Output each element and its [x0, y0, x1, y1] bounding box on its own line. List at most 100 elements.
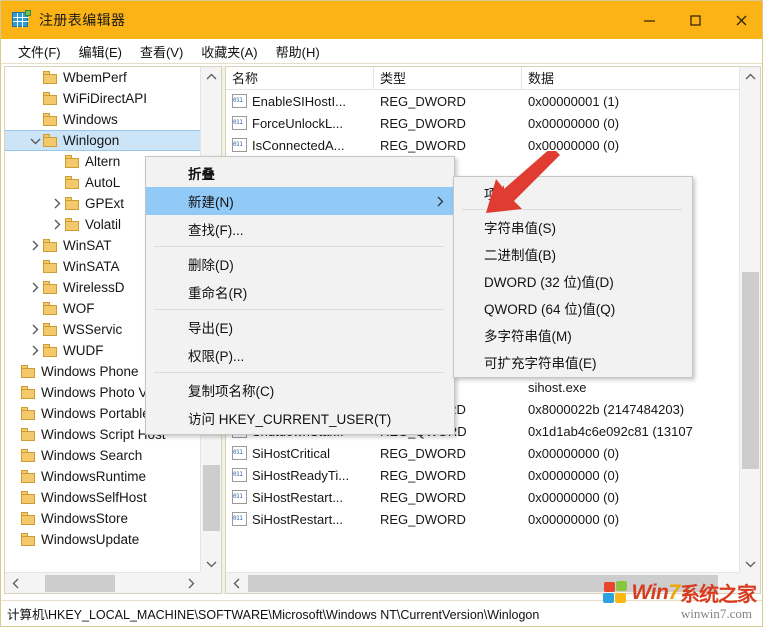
- registry-editor-icon: [11, 10, 31, 30]
- context-menu-item[interactable]: 查找(F)...: [146, 215, 454, 243]
- table-row[interactable]: 011 100SiHostCriticalREG_DWORD0x00000000…: [226, 442, 740, 464]
- close-button[interactable]: [718, 1, 763, 39]
- context-menu-item[interactable]: 导出(E): [146, 313, 454, 341]
- context-menu-item-label: 导出(E): [188, 317, 233, 337]
- context-menu-item[interactable]: 复制项名称(C): [146, 376, 454, 404]
- tree-horizontal-scrollbar[interactable]: [5, 572, 201, 593]
- table-row[interactable]: 011 100EnableSIHostI...REG_DWORD0x000000…: [226, 90, 740, 112]
- registry-path: 计算机\HKEY_LOCAL_MACHINE\SOFTWARE\Microsof…: [7, 604, 539, 623]
- context-menu-item[interactable]: 重命名(R): [146, 278, 454, 306]
- submenu-item-label: 可扩充字符串值(E): [484, 352, 597, 372]
- submenu-item[interactable]: DWORD (32 位)值(D): [454, 267, 692, 294]
- tree-item[interactable]: WindowsRuntime: [5, 466, 201, 487]
- tree-spacer: [5, 508, 21, 529]
- cell-data: 0x00000000 (0): [522, 116, 740, 131]
- tree-spacer: [5, 529, 21, 550]
- tree-scroll-corner: [200, 572, 221, 593]
- context-menu[interactable]: 折叠新建(N)查找(F)... 删除(D) 重命名(R) 导出(E) 权限(P)... 复…: [145, 156, 455, 435]
- submenu-item[interactable]: 可扩充字符串值(E): [454, 348, 692, 375]
- tree-item[interactable]: WiFiDirectAPI: [5, 88, 201, 109]
- context-menu-item-label: 访问 HKEY_CURRENT_USER(T): [188, 408, 391, 428]
- scroll-left-icon[interactable]: [5, 573, 26, 594]
- tree-item-label: WUDF: [63, 340, 104, 361]
- cell-name: 011 100ForceUnlockL...: [226, 116, 374, 131]
- table-row[interactable]: 011 100SiHostRestart...REG_DWORD0x000000…: [226, 508, 740, 530]
- tree-item[interactable]: WindowsStore: [5, 508, 201, 529]
- context-menu-item[interactable]: 折叠: [146, 159, 454, 187]
- menu-item-1[interactable]: 编辑(E): [70, 40, 131, 63]
- chevron-right-icon[interactable]: [49, 214, 65, 235]
- scroll-right-icon[interactable]: [180, 573, 201, 594]
- tree-item-label: Winlogon: [63, 130, 119, 151]
- menu-item-3[interactable]: 收藏夹(A): [192, 40, 266, 63]
- cell-type: REG_DWORD: [374, 468, 522, 483]
- dword-icon: 011 100: [232, 512, 247, 526]
- cell-name: 011 100SiHostReadyTi...: [226, 468, 374, 483]
- scroll-up-icon[interactable]: [740, 67, 761, 86]
- chevron-right-icon[interactable]: [27, 277, 43, 298]
- tree-spacer: [49, 172, 65, 193]
- table-row[interactable]: 011 100SiHostRestart...REG_DWORD0x000000…: [226, 486, 740, 508]
- table-row[interactable]: 011 100ForceUnlockL...REG_DWORD0x0000000…: [226, 112, 740, 134]
- scroll-up-icon[interactable]: [201, 67, 222, 86]
- chevron-right-icon[interactable]: [27, 235, 43, 256]
- scroll-down-icon[interactable]: [201, 554, 222, 573]
- menu-item-2[interactable]: 查看(V): [131, 40, 192, 63]
- context-menu-item-label: 权限(P)...: [188, 345, 244, 365]
- tree-scroll-thumb[interactable]: [203, 465, 220, 531]
- menu-item-0[interactable]: 文件(F): [9, 40, 70, 63]
- folder-icon: [21, 365, 36, 378]
- tree-item-label: WindowsUpdate: [41, 529, 139, 550]
- list-scroll-thumb[interactable]: [742, 272, 759, 469]
- tree-item[interactable]: WbemPerf: [5, 67, 201, 88]
- column-header-name[interactable]: 名称: [226, 67, 374, 89]
- maximize-button[interactable]: [672, 1, 718, 39]
- context-menu-item[interactable]: 访问 HKEY_CURRENT_USER(T): [146, 404, 454, 432]
- tree-item-label: WinSAT: [63, 235, 112, 256]
- list-horizontal-scrollbar[interactable]: [226, 572, 740, 593]
- tree-spacer: [27, 88, 43, 109]
- cell-type: REG_DWORD: [374, 138, 522, 153]
- value-name: SiHostCritical: [252, 446, 330, 461]
- submenu-item[interactable]: 字符串值(S): [454, 213, 692, 240]
- list-vertical-scrollbar[interactable]: [739, 67, 760, 573]
- folder-icon: [21, 470, 36, 483]
- menu-item-4[interactable]: 帮助(H): [267, 40, 329, 63]
- submenu-item-label: 字符串值(S): [484, 217, 556, 237]
- dword-icon: 011 100: [232, 138, 247, 152]
- column-header-type[interactable]: 类型: [374, 67, 522, 89]
- tree-hscroll-thumb[interactable]: [45, 575, 115, 592]
- tree-item[interactable]: WindowsSelfHost: [5, 487, 201, 508]
- tree-item-label: WinSATA: [63, 256, 120, 277]
- folder-icon: [21, 512, 36, 525]
- chevron-right-icon[interactable]: [27, 319, 43, 340]
- tree-spacer: [27, 298, 43, 319]
- context-menu-item[interactable]: 权限(P)...: [146, 341, 454, 369]
- tree-item[interactable]: Windows Search: [5, 445, 201, 466]
- submenu-item[interactable]: 项(K): [454, 179, 692, 206]
- chevron-down-icon[interactable]: [27, 130, 43, 151]
- table-row[interactable]: 011 100SiHostReadyTi...REG_DWORD0x000000…: [226, 464, 740, 486]
- new-submenu[interactable]: 项(K) 字符串值(S) 二进制值(B)DWORD (32 位)值(D)QWORD …: [453, 176, 693, 378]
- column-header-data[interactable]: 数据: [522, 67, 740, 89]
- minimize-button[interactable]: [626, 1, 672, 39]
- chevron-right-icon[interactable]: [27, 340, 43, 361]
- chevron-right-icon[interactable]: [49, 193, 65, 214]
- table-row[interactable]: 011 100IsConnectedA...REG_DWORD0x0000000…: [226, 134, 740, 156]
- submenu-item[interactable]: 多字符串值(M): [454, 321, 692, 348]
- scroll-down-icon[interactable]: [740, 554, 761, 573]
- submenu-item[interactable]: 二进制值(B): [454, 240, 692, 267]
- tree-spacer: [5, 487, 21, 508]
- submenu-item[interactable]: QWORD (64 位)值(Q): [454, 294, 692, 321]
- context-menu-item[interactable]: 新建(N): [146, 187, 454, 215]
- value-name: SiHostReadyTi...: [252, 468, 349, 483]
- context-menu-item[interactable]: 删除(D): [146, 250, 454, 278]
- scroll-left-icon[interactable]: [226, 573, 247, 594]
- cell-data: 0x00000000 (0): [522, 490, 740, 505]
- tree-item[interactable]: Winlogon: [5, 130, 201, 151]
- context-menu-item-label: 删除(D): [188, 254, 234, 274]
- tree-item[interactable]: WindowsUpdate: [5, 529, 201, 550]
- list-hscroll-thumb[interactable]: [248, 575, 718, 592]
- tree-item[interactable]: Windows: [5, 109, 201, 130]
- context-menu-item-label: 折叠: [188, 163, 215, 183]
